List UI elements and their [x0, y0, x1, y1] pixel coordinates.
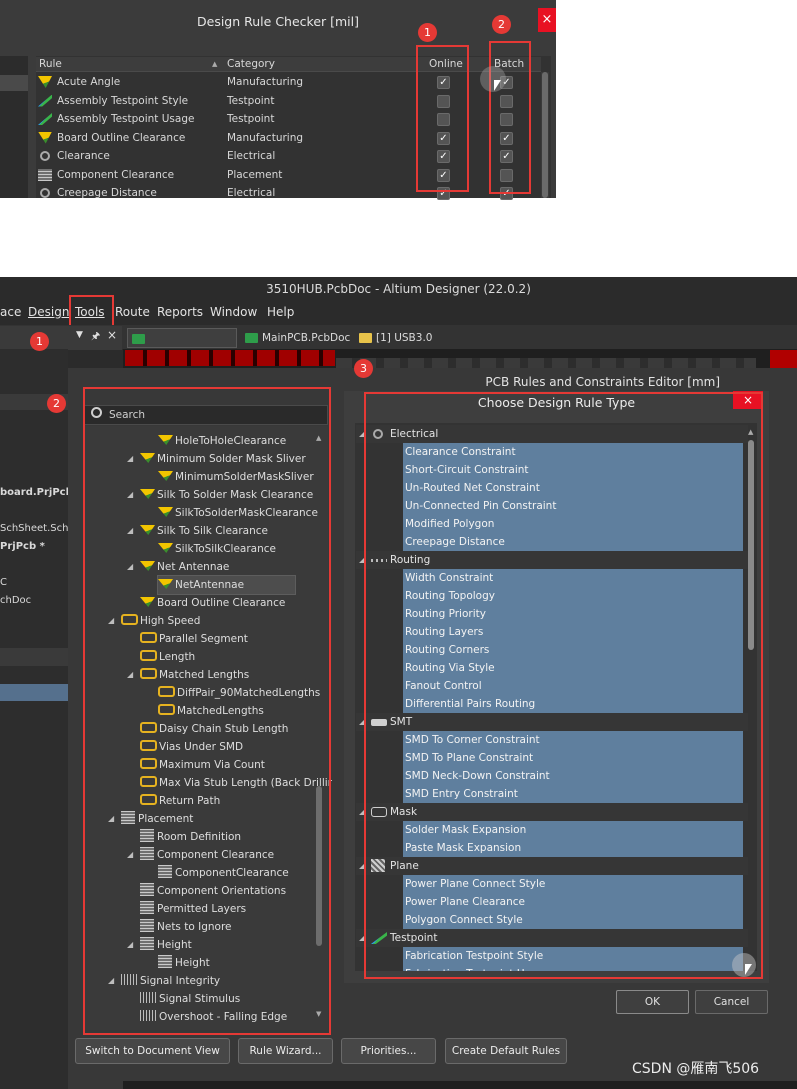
priorities-button[interactable]: Priorities...: [341, 1038, 436, 1064]
mouse-cursor-icon: [745, 964, 752, 975]
menu-help[interactable]: Help: [267, 304, 294, 321]
projects-panel: [0, 349, 68, 1089]
document-icon: [132, 334, 145, 344]
document-tab[interactable]: 3510HUB.PcbDoc: [127, 328, 237, 365]
header-category[interactable]: Category: [227, 58, 275, 71]
window-title: 3510HUB.PcbDoc - Altium Designer (22.0.2…: [0, 277, 797, 301]
document-icon: [245, 333, 258, 343]
rule-name: Acute Angle: [57, 76, 121, 88]
sort-arrow-icon: ▲: [212, 60, 218, 68]
electrical-icon: [40, 151, 50, 161]
cancel-button[interactable]: Cancel: [695, 990, 768, 1014]
panel-close-icon[interactable]: ×: [107, 328, 117, 342]
rule-category: Electrical: [227, 150, 276, 162]
annotation-badge-1: 1: [418, 23, 437, 42]
document-tab[interactable]: [1] USB3.0 Hub.SchDoc: [355, 328, 495, 364]
menu-design[interactable]: Design: [28, 304, 69, 321]
rule-category: Testpoint: [227, 94, 275, 107]
panel-menu-icon[interactable]: ▼: [76, 330, 83, 340]
rule-category: Placement: [227, 168, 283, 181]
rule-name: Clearance: [57, 150, 110, 162]
pcb-copper: [125, 350, 335, 366]
scrollbar-thumb[interactable]: [542, 72, 548, 198]
annotation-badge-3: 3: [354, 359, 373, 378]
ok-button[interactable]: OK: [616, 990, 689, 1014]
panel-divider: [0, 648, 68, 666]
tools-annotation-box: [69, 295, 114, 329]
rule-name: Component Clearance: [57, 168, 175, 181]
rule-icon: [38, 76, 52, 88]
annotation-badge-2: 2: [492, 15, 511, 34]
dialog-title: Design Rule Checker [mil]: [197, 14, 359, 29]
pin-icon[interactable]: 🖈: [91, 329, 100, 346]
batch-annotation-box: [489, 41, 531, 194]
rule-wizard-button[interactable]: Rule Wizard...: [238, 1038, 333, 1064]
close-button[interactable]: ×: [538, 8, 556, 32]
annotation-badge-1: 1: [30, 332, 49, 351]
tab-label: MainPCB.PcbDoc: [262, 332, 351, 344]
header-rule[interactable]: Rule: [39, 58, 62, 71]
rule-type-annotation-box: [364, 392, 763, 979]
annotation-badge-2: 2: [47, 394, 66, 413]
rule-name: Assembly Testpoint Style: [57, 94, 189, 107]
menu-place[interactable]: ace: [0, 304, 21, 321]
menu-route[interactable]: Route: [115, 304, 150, 321]
rule-name: Board Outline Clearance: [57, 131, 186, 144]
rule-icon: [38, 131, 52, 144]
hover-highlight: [732, 953, 756, 977]
rule-category: Manufacturing: [227, 76, 304, 88]
testpoint-icon: [38, 94, 52, 107]
placement-icon: [38, 168, 52, 181]
status-bar: [123, 1081, 797, 1089]
tree-annotation-box: [83, 387, 331, 1035]
document-tab[interactable]: MainPCB.PcbDoc: [241, 328, 351, 348]
project-item[interactable]: board.PrjPcb: [0, 487, 73, 498]
left-list-selected[interactable]: [0, 75, 28, 91]
rule-name: Assembly Testpoint Usage: [57, 113, 195, 125]
rule-category: Testpoint: [227, 113, 275, 125]
rule-category: Electrical: [227, 187, 276, 199]
project-item[interactable]: chDoc: [0, 595, 31, 606]
switch-to-document-view-button[interactable]: Switch to Document View: [75, 1038, 230, 1064]
rule-category: Manufacturing: [227, 131, 304, 144]
project-item[interactable]: PrjPcb *: [0, 541, 45, 552]
hover-highlight: [480, 66, 506, 92]
menu-bar: ace Design Tools Route Reports Window He…: [0, 301, 797, 324]
watermark: CSDN @雁南飞506: [632, 1061, 760, 1077]
electrical-icon: [40, 188, 50, 198]
online-annotation-box: [416, 45, 469, 192]
left-panel-header: [0, 326, 122, 350]
create-default-rules-button[interactable]: Create Default Rules: [445, 1038, 567, 1064]
project-item[interactable]: C: [0, 577, 7, 588]
document-icon: [359, 333, 372, 343]
testpoint-icon: [38, 113, 52, 125]
menu-reports[interactable]: Reports: [157, 304, 203, 321]
project-selected-row[interactable]: [0, 684, 68, 701]
mouse-cursor-icon: [494, 80, 501, 91]
rule-name: Creepage Distance: [57, 187, 157, 199]
menu-window[interactable]: Window: [210, 304, 257, 321]
